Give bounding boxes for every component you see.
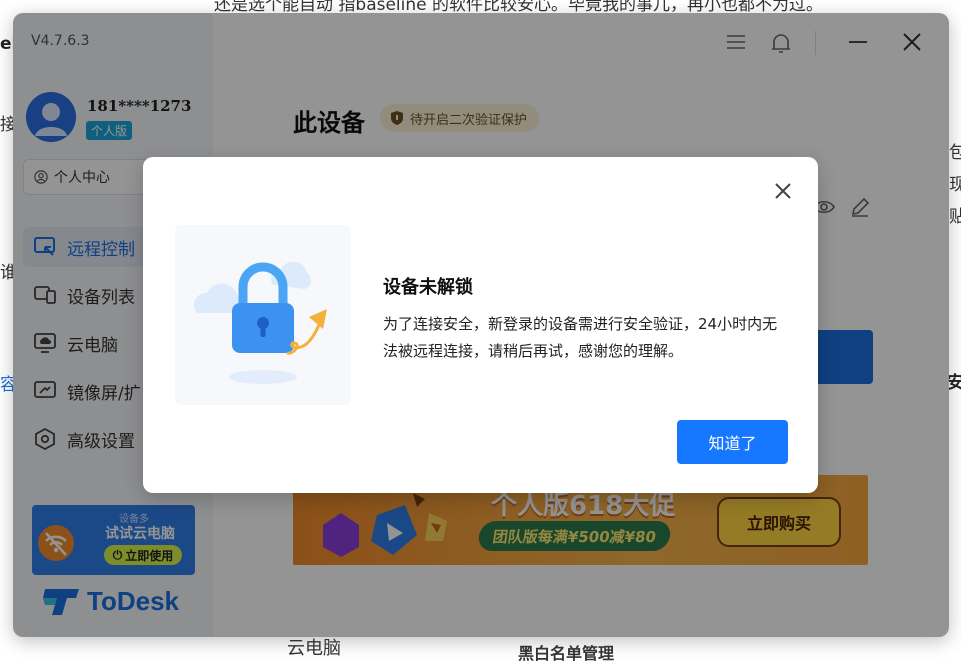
background-fragment: 黑白名单管理 [518,644,615,663]
device-locked-dialog: 设备未解锁 为了连接安全，新登录的设备需进行安全验证，24小时内无法被远程连接，… [143,157,818,493]
lock-illustration [175,225,351,405]
dialog-close-icon[interactable] [773,181,793,201]
dialog-message: 为了连接安全，新登录的设备需进行安全验证，24小时内无法被远程连接，请稍后再试，… [383,315,778,360]
background-fragment: 安 [947,373,961,393]
got-it-button[interactable]: 知道了 [677,420,788,464]
background-fragment: 云电脑 [287,638,341,659]
background-fragment: 贴 [949,207,961,227]
background-fragment: 包 [949,143,961,163]
dialog-title: 设备未解锁 [383,277,473,298]
background-fragment: 现 [949,175,961,195]
lock-icon [193,261,327,384]
